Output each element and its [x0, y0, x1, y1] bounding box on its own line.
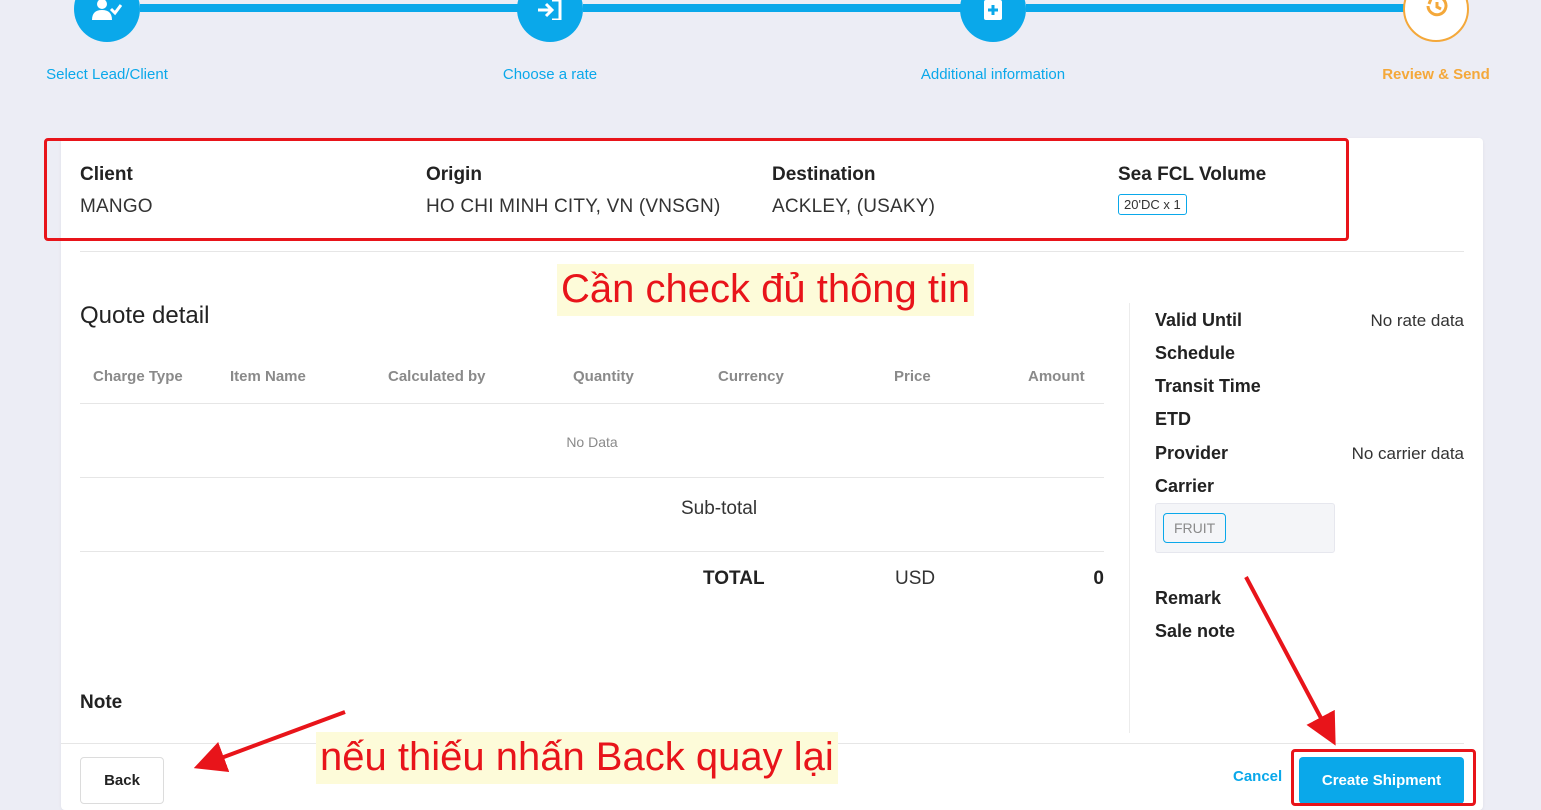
step-additional-info[interactable]: [960, 0, 1026, 42]
side-panel-divider: [1129, 303, 1130, 733]
quote-detail-title: Quote detail: [80, 302, 210, 329]
sale-note-row: Sale note: [1155, 621, 1464, 647]
sign-in-icon: [538, 0, 562, 20]
carrier-label: Carrier: [1155, 476, 1215, 496]
schedule-row: Schedule: [1155, 343, 1464, 369]
valid-until-label: Valid Until: [1155, 310, 1243, 330]
back-button[interactable]: Back: [80, 757, 164, 804]
carrier-tag-box: FRUIT: [1155, 503, 1335, 553]
annotation-check-text: Cần check đủ thông tin: [557, 264, 975, 316]
create-shipment-button[interactable]: Create Shipment: [1299, 757, 1464, 804]
subtotal-label: Sub-total: [681, 498, 758, 519]
progress-stepper: Select Lead/Client Choose a rate Additio…: [0, 0, 1541, 100]
annotation-back-hint-text: nếu thiếu nhấn Back quay lại: [316, 732, 838, 784]
history-clock-icon: [1426, 0, 1448, 17]
origin-label: Origin: [426, 164, 482, 185]
col-price: Price: [894, 368, 931, 385]
col-amount: Amount: [1028, 368, 1085, 385]
quote-table-empty: No Data: [80, 404, 1104, 478]
step-label-additional-info: Additional information: [920, 66, 1066, 83]
etd-label: ETD: [1155, 409, 1191, 429]
valid-until-value: No rate data: [1370, 311, 1464, 330]
destination-value: ACKLEY, (USAKY): [772, 196, 936, 217]
total-label: TOTAL: [703, 568, 765, 589]
provider-value: No carrier data: [1351, 444, 1464, 463]
origin-value: HO CHI MINH CITY, VN (VNSGN): [426, 196, 721, 217]
step-label-select-client: Select Lead/Client: [46, 66, 168, 83]
etd-row: ETD: [1155, 409, 1464, 435]
provider-label: Provider: [1155, 443, 1229, 463]
client-label: Client: [80, 164, 133, 185]
carrier-tag: FRUIT: [1163, 513, 1227, 543]
volume-label: Sea FCL Volume: [1118, 164, 1267, 185]
step-select-client[interactable]: [74, 0, 140, 42]
transit-time-label: Transit Time: [1155, 376, 1261, 396]
summary-origin: Origin HO CHI MINH CITY, VN (VNSGN): [426, 164, 721, 218]
note-label: Note: [80, 692, 123, 713]
carrier-row: Carrier: [1155, 476, 1464, 502]
col-charge-type: Charge Type: [93, 368, 183, 385]
client-value: MANGO: [80, 196, 153, 217]
remark-row: Remark: [1155, 588, 1464, 614]
summary-client: Client MANGO: [80, 164, 153, 218]
step-choose-rate[interactable]: [517, 0, 583, 42]
provider-row: Provider No carrier data: [1155, 443, 1464, 469]
user-check-icon: [92, 0, 122, 20]
stepper-line-3: [1026, 4, 1404, 12]
stepper-line-1: [140, 4, 518, 12]
transit-time-row: Transit Time: [1155, 376, 1464, 402]
total-amount: 0: [1093, 568, 1104, 589]
step-review-send[interactable]: [1403, 0, 1469, 42]
remark-label: Remark: [1155, 588, 1222, 608]
subtotal-row: Sub-total: [80, 478, 1104, 552]
destination-label: Destination: [772, 164, 876, 185]
valid-until-row: Valid Until No rate data: [1155, 310, 1464, 336]
summary-volume: Sea FCL Volume 20'DC x 1: [1118, 164, 1266, 215]
quote-table-header: Charge Type Item Name Calculated by Quan…: [80, 360, 1104, 404]
col-calculated-by: Calculated by: [388, 368, 486, 385]
review-card: Client MANGO Origin HO CHI MINH CITY, VN…: [61, 138, 1483, 810]
summary-divider: [80, 251, 1464, 252]
step-label-choose-rate: Choose a rate: [502, 66, 598, 83]
volume-tag: 20'DC x 1: [1118, 194, 1187, 215]
sale-note-label: Sale note: [1155, 621, 1236, 641]
col-item-name: Item Name: [230, 368, 306, 385]
quote-table: Charge Type Item Name Calculated by Quan…: [80, 360, 1104, 606]
stepper-line-2: [583, 4, 961, 12]
step-label-review-send: Review & Send: [1382, 66, 1490, 83]
cancel-button[interactable]: Cancel: [1233, 768, 1282, 785]
summary-destination: Destination ACKLEY, (USAKY): [772, 164, 935, 218]
col-quantity: Quantity: [573, 368, 634, 385]
total-row: TOTAL USD 0: [80, 552, 1104, 606]
document-plus-icon: [984, 0, 1002, 20]
total-currency: USD: [895, 568, 936, 589]
col-currency: Currency: [718, 368, 784, 385]
schedule-label: Schedule: [1155, 343, 1236, 363]
